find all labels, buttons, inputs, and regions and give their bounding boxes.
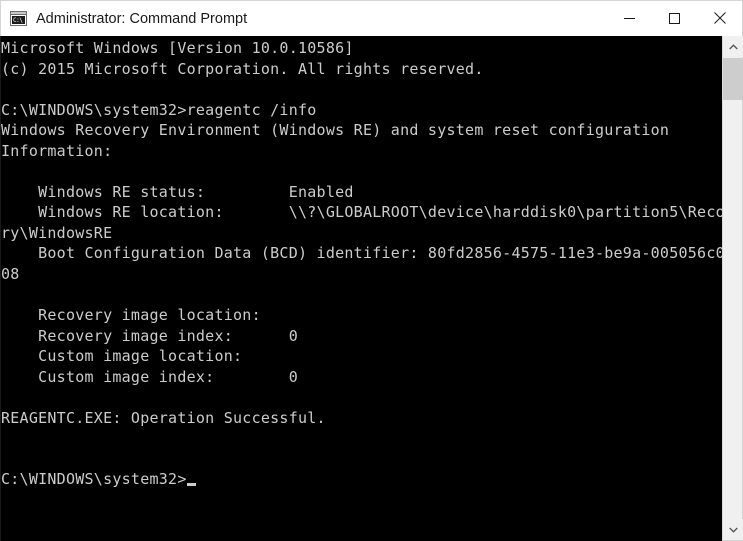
window-title: Administrator: Command Prompt [36, 10, 248, 27]
close-icon [713, 12, 726, 24]
icon-titlebar-strip [11, 12, 26, 15]
vertical-scrollbar[interactable] [722, 36, 743, 541]
close-button[interactable] [697, 0, 742, 36]
chevron-up-icon [728, 43, 738, 49]
command-prompt-window: C:\ Administrator: Command Prompt Micros… [0, 0, 743, 541]
icon-screen-glyph: C:\ [12, 16, 25, 24]
command-prompt-icon: C:\ [10, 11, 27, 26]
window-controls [607, 0, 742, 37]
title-bar[interactable]: C:\ Administrator: Command Prompt [0, 0, 743, 36]
scroll-down-button[interactable] [723, 519, 743, 540]
maximize-icon [669, 12, 680, 24]
scroll-up-button[interactable] [723, 36, 743, 57]
minimize-icon [624, 17, 635, 19]
minimize-button[interactable] [607, 0, 652, 36]
chevron-down-icon [728, 527, 738, 533]
terminal-output-area[interactable]: Microsoft Windows [Version 10.0.10586] (… [0, 36, 722, 541]
text-cursor [186, 483, 196, 487]
terminal-lines: Microsoft Windows [Version 10.0.10586] (… [1, 39, 722, 489]
maximize-button[interactable] [652, 0, 697, 36]
scrollbar-thumb[interactable] [723, 58, 743, 100]
terminal-text: Microsoft Windows [Version 10.0.10586] (… [1, 36, 722, 490]
